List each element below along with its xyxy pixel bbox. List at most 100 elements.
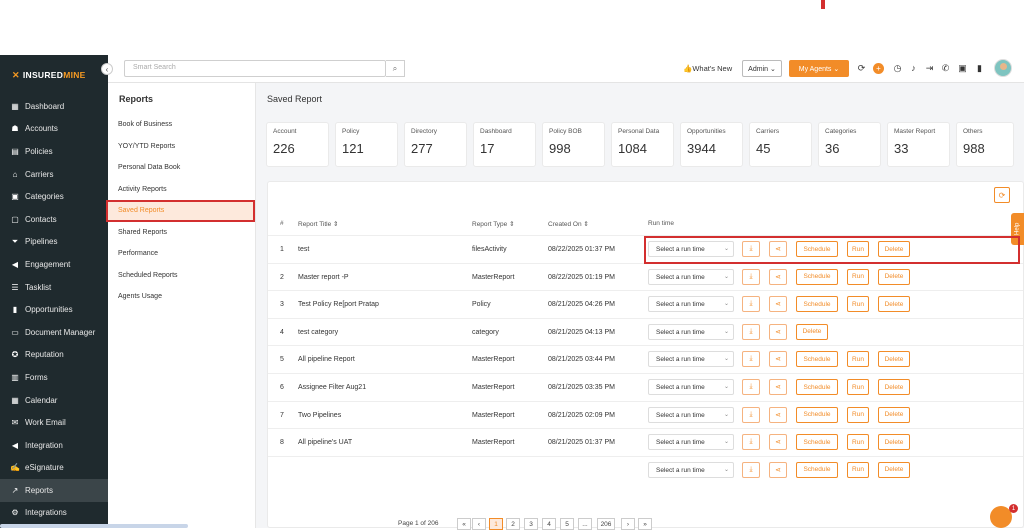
report-title[interactable]: Master report -P xyxy=(298,274,349,281)
sidebar-item-policies[interactable]: ▤ Policies xyxy=(0,140,108,163)
report-title[interactable]: Assignee Filter Aug21 xyxy=(298,384,366,391)
help-tab[interactable]: Help xyxy=(1011,213,1024,245)
bell-icon[interactable]: ♪ xyxy=(908,63,919,73)
subnav-item-activity-reports[interactable]: Activity Reports xyxy=(108,179,255,201)
subnav-item-performance[interactable]: Performance xyxy=(108,243,255,265)
share-icon[interactable]: ⋖ xyxy=(769,379,787,395)
share-icon[interactable]: ⋖ xyxy=(769,241,787,257)
run-button[interactable]: Run xyxy=(847,379,869,395)
sidebar-item-reputation[interactable]: ✪ Reputation xyxy=(0,344,108,367)
sidebar-item-calendar[interactable]: ▦ Calendar xyxy=(0,389,108,412)
stat-card-categories[interactable]: Categories 36 xyxy=(818,122,881,167)
stat-card-opportunities[interactable]: Opportunities 3944 xyxy=(680,122,743,167)
sidebar-item-integrations[interactable]: ⚙ Integrations xyxy=(0,502,108,525)
phone-icon[interactable]: ✆ xyxy=(940,63,951,74)
subnav-item-agents-usage[interactable]: Agents Usage xyxy=(108,286,255,308)
subnav-item-scheduled-reports[interactable]: Scheduled Reports xyxy=(108,265,255,287)
stat-card-carriers[interactable]: Carriers 45 xyxy=(749,122,812,167)
download-icon[interactable]: ⤓ xyxy=(742,406,760,423)
download-icon[interactable]: ⤓ xyxy=(742,434,760,451)
page-button[interactable]: « xyxy=(457,518,471,530)
subnav-item-shared-reports[interactable]: Shared Reports xyxy=(108,222,255,244)
share-icon[interactable]: ⋖ xyxy=(769,296,787,313)
avatar[interactable] xyxy=(994,59,1012,77)
col-report-type[interactable]: Report Type ⇕ xyxy=(472,220,515,228)
sidebar-item-dashboard[interactable]: ▦ Dashboard xyxy=(0,95,108,118)
search-icon[interactable]: ⌕ xyxy=(386,60,405,77)
horizontal-scrollbar[interactable] xyxy=(0,524,188,528)
schedule-button[interactable]: Schedule xyxy=(796,351,838,368)
sidebar-item-pipelines[interactable]: ⏷ Pipelines xyxy=(0,231,108,254)
download-icon[interactable]: ⤓ xyxy=(742,241,760,257)
run-time-select[interactable]: Select a run time ⌄ xyxy=(648,351,734,368)
report-title[interactable]: Two Pipelines xyxy=(298,412,341,419)
sidebar-item-work-email[interactable]: ✉ Work Email xyxy=(0,411,108,434)
col-report-title[interactable]: Report Title ⇕ xyxy=(298,220,339,228)
report-title[interactable]: test category xyxy=(298,329,338,336)
delete-button[interactable]: Delete xyxy=(878,434,910,451)
page-button[interactable]: 4 xyxy=(542,518,556,530)
run-time-select[interactable]: Select a run time ⌄ xyxy=(648,268,734,285)
delete-button[interactable]: Delete xyxy=(878,351,910,368)
page-button[interactable]: 3 xyxy=(524,518,538,530)
sidebar-item-tasklist[interactable]: ☰ Tasklist xyxy=(0,276,108,299)
run-time-select[interactable]: Select a run time ⌄ xyxy=(648,461,734,478)
sidebar-item-opportunities[interactable]: ▮ Opportunities xyxy=(0,298,108,321)
schedule-button[interactable]: Schedule xyxy=(796,241,838,257)
subnav-item-personal-data-book[interactable]: Personal Data Book xyxy=(108,157,255,179)
whats-new-link[interactable]: 👍What's New xyxy=(683,64,732,73)
search-input[interactable]: Smart Search xyxy=(124,60,386,77)
sidebar-item-carriers[interactable]: ⌂ Carriers xyxy=(0,163,108,186)
subnav-item-yoy-ytd-reports[interactable]: YOY/YTD Reports xyxy=(108,136,255,158)
report-title[interactable]: Test Policy Re[port Pratap xyxy=(298,301,379,308)
run-button[interactable]: Run xyxy=(847,434,869,451)
schedule-button[interactable]: Schedule xyxy=(796,268,838,285)
collapse-sidebar-button[interactable]: ‹ xyxy=(101,63,113,75)
run-button[interactable]: Run xyxy=(847,406,869,423)
sidebar-item-forms[interactable]: ▥ Forms xyxy=(0,366,108,389)
download-icon[interactable]: ⤓ xyxy=(742,296,760,313)
sidebar-item-accounts[interactable]: ☗ Accounts xyxy=(0,118,108,141)
page-button[interactable]: 5 xyxy=(560,518,574,530)
subnav-item-book-of-business[interactable]: Book of Business xyxy=(108,114,255,136)
report-title[interactable]: All pipeline Report xyxy=(298,356,355,363)
my-agents-button[interactable]: My Agents ⌄ xyxy=(789,60,849,77)
schedule-button[interactable]: Schedule xyxy=(796,434,838,451)
sync-icon[interactable]: ⟳ xyxy=(856,63,867,74)
delete-button[interactable]: Delete xyxy=(878,268,910,285)
stat-card-personal-data[interactable]: Personal Data 1084 xyxy=(611,122,674,167)
stat-card-policy-bob[interactable]: Policy BOB 998 xyxy=(542,122,605,167)
page-button[interactable]: ‹ xyxy=(472,518,486,530)
run-time-select[interactable]: Select a run time ⌄ xyxy=(648,379,734,395)
run-button[interactable]: Run xyxy=(847,461,869,478)
download-icon[interactable]: ⤓ xyxy=(742,351,760,368)
sidebar-item-engagement[interactable]: ◀ Engagement xyxy=(0,253,108,276)
share-icon[interactable]: ⋖ xyxy=(769,461,787,478)
stat-card-master-report[interactable]: Master Report 33 xyxy=(887,122,950,167)
run-time-select[interactable]: Select a run time ⌄ xyxy=(648,296,734,313)
delete-button[interactable]: Delete xyxy=(878,406,910,423)
run-time-select[interactable]: Select a run time ⌄ xyxy=(648,406,734,423)
page-button[interactable]: › xyxy=(621,518,635,530)
page-button[interactable]: 2 xyxy=(506,518,520,530)
run-time-select[interactable]: Select a run time ⌄ xyxy=(648,241,734,257)
stat-card-directory[interactable]: Directory 277 xyxy=(404,122,467,167)
share-icon[interactable]: ⋖ xyxy=(769,268,787,285)
report-title[interactable]: test xyxy=(298,246,309,253)
schedule-button[interactable]: Schedule xyxy=(796,379,838,395)
col-created-on[interactable]: Created On ⇕ xyxy=(548,220,589,228)
share-icon[interactable]: ⋖ xyxy=(769,406,787,423)
logout-icon[interactable]: ⇥ xyxy=(924,63,935,74)
share-icon[interactable]: ⋖ xyxy=(769,351,787,368)
add-icon[interactable]: + xyxy=(873,63,884,74)
sidebar-item-categories[interactable]: ▣ Categories xyxy=(0,185,108,208)
schedule-button[interactable]: Schedule xyxy=(796,406,838,423)
download-icon[interactable]: ⤓ xyxy=(742,268,760,285)
subnav-item-saved-reports[interactable]: Saved Reports xyxy=(106,200,255,222)
stat-card-dashboard[interactable]: Dashboard 17 xyxy=(473,122,536,167)
page-button[interactable]: ... xyxy=(578,518,592,530)
delete-button[interactable]: Delete xyxy=(878,296,910,313)
run-button[interactable]: Run xyxy=(847,241,869,257)
page-button[interactable]: 206 xyxy=(597,518,615,530)
mobile-icon[interactable]: ▮ xyxy=(974,63,985,74)
